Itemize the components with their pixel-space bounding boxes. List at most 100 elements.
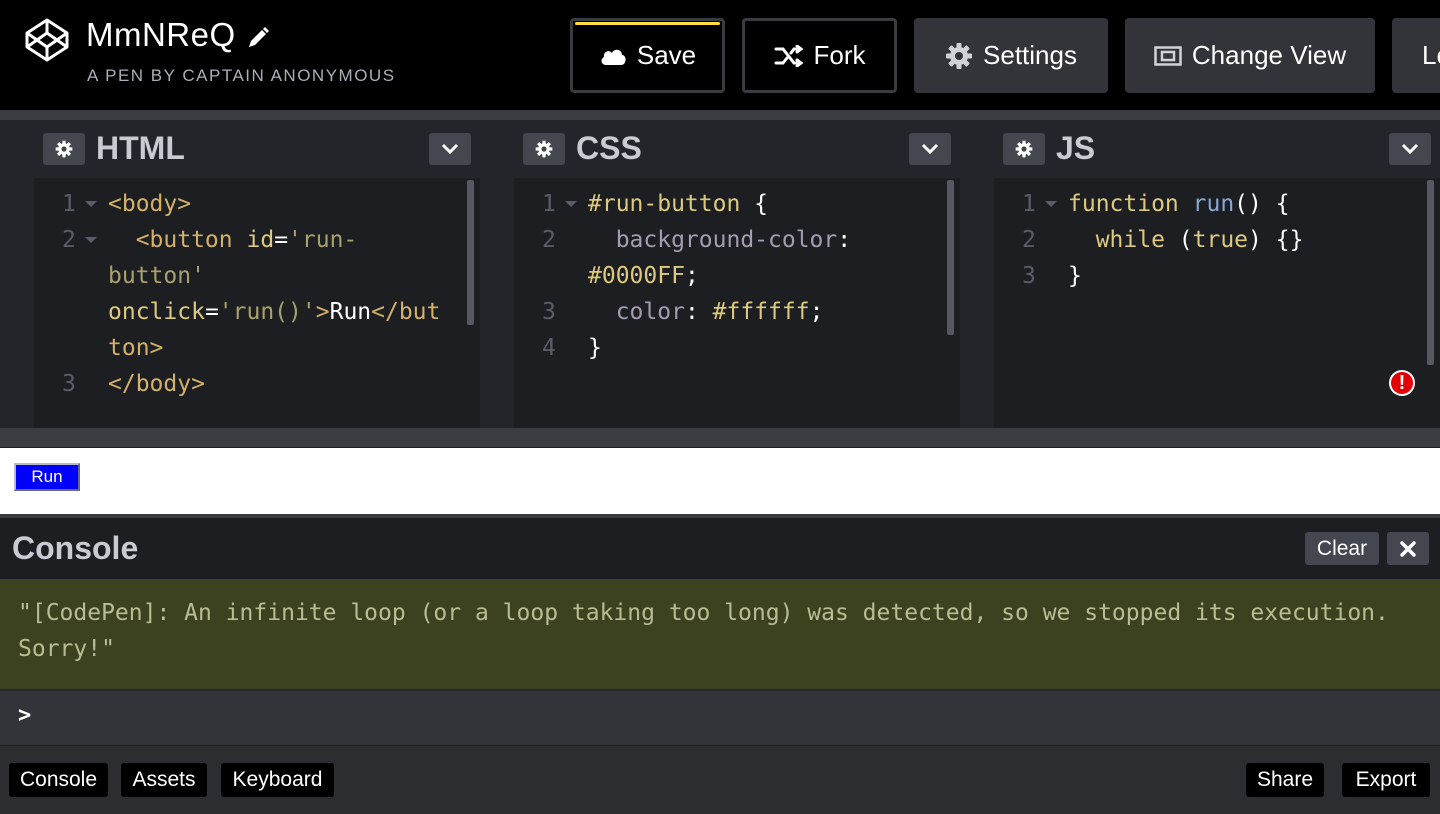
code-text: } (1068, 263, 1082, 289)
gear-icon (1015, 140, 1033, 158)
login-button[interactable]: Lo (1392, 18, 1440, 93)
code-line[interactable]: 1 <body> (34, 186, 480, 222)
change-view-label: Change View (1191, 40, 1347, 70)
code-line[interactable]: 1 function run() { (994, 186, 1440, 222)
code-text: while (true) {} (1068, 227, 1304, 253)
clear-console-button[interactable]: Clear (1305, 532, 1379, 565)
code-text: ton> (108, 335, 164, 361)
line-number: 2 (62, 227, 76, 253)
login-label: Lo (1422, 40, 1440, 70)
cloud-icon (601, 49, 626, 65)
html-settings-button[interactable] (43, 133, 85, 165)
footer-bar: Console Assets Keyboard Share Export (0, 745, 1440, 814)
settings-label: Settings (983, 40, 1077, 70)
code-line[interactable]: 2 while (true) {} (994, 222, 1440, 258)
line-number: 2 (542, 227, 556, 253)
code-text: } (588, 335, 602, 361)
settings-button[interactable]: Settings (914, 18, 1108, 93)
console-message-text: "[CodePen]: An infinite loop (or a loop … (18, 600, 1389, 662)
html-editor[interactable]: HTML 1 <body> 2 <button id='run-button' onc… (34, 120, 480, 428)
js-collapse-button[interactable] (1389, 133, 1431, 165)
code-line[interactable]: 4} (514, 330, 960, 366)
chevron-down-icon (1401, 143, 1419, 155)
console-header: Console Clear (0, 518, 1440, 579)
html-code[interactable]: 1 <body> 2 <button id='run-button' onclick=… (34, 178, 480, 428)
html-collapse-button[interactable] (429, 133, 471, 165)
line-number: 2 (1022, 227, 1036, 253)
css-editor-header: CSS (514, 120, 960, 178)
codepen-logo-icon[interactable] (24, 17, 70, 63)
change-view-button[interactable]: Change View (1125, 18, 1375, 93)
fold-arrow-icon[interactable] (565, 201, 577, 207)
js-settings-button[interactable] (1003, 133, 1045, 165)
code-line[interactable]: 2 background-color: (514, 222, 960, 258)
share-button[interactable]: Share (1246, 763, 1324, 797)
code-line[interactable]: #0000FF; (514, 258, 960, 294)
editor-resize-handle[interactable] (0, 120, 34, 428)
editor-result-resize-bar[interactable] (0, 428, 1440, 447)
code-line[interactable]: 1 #run-button { (514, 186, 960, 222)
editor-resize-handle[interactable] (960, 120, 994, 428)
css-editor-title: CSS (576, 130, 642, 166)
fork-button[interactable]: Fork (742, 18, 897, 93)
css-scrollbar[interactable] (947, 180, 954, 335)
console-toggle-button[interactable]: Console (9, 763, 108, 797)
run-button[interactable]: Run (14, 463, 80, 491)
pen-title[interactable]: MmNReQ (86, 16, 236, 54)
code-text: background-color: (588, 227, 852, 253)
editors-top-bar (0, 110, 1440, 120)
code-line[interactable]: onclick='run()'>Run</but (34, 294, 480, 330)
header: MmNReQ A PEN BY CAPTAIN ANONYMOUS Save F… (0, 0, 1440, 110)
console-input-row[interactable]: > (0, 689, 1440, 745)
code-line[interactable]: 3 color: #ffffff; (514, 294, 960, 330)
save-label: Save (636, 40, 697, 70)
code-line[interactable]: 2 <button id='run- (34, 222, 480, 258)
code-text: button' (108, 263, 205, 289)
save-button[interactable]: Save (570, 18, 725, 93)
fold-arrow-icon[interactable] (85, 237, 97, 243)
console-title: Console (12, 530, 139, 566)
assets-button[interactable]: Assets (121, 763, 207, 797)
line-number: 3 (542, 299, 556, 325)
layout-view-icon (1154, 45, 1182, 66)
code-text: <body> (108, 191, 192, 217)
error-icon[interactable]: ! (1389, 370, 1415, 396)
line-number: 1 (1022, 191, 1036, 217)
code-text: #run-button { (588, 191, 769, 217)
fold-arrow-icon[interactable] (1045, 201, 1057, 207)
js-scrollbar[interactable] (1427, 180, 1434, 365)
code-text: #0000FF; (588, 263, 699, 289)
console-prompt: > (18, 703, 32, 728)
keyboard-button[interactable]: Keyboard (221, 763, 334, 797)
code-line[interactable]: 3 </body> (34, 366, 480, 402)
code-text: color: #ffffff; (588, 299, 824, 325)
css-collapse-button[interactable] (909, 133, 951, 165)
fork-icon (774, 44, 803, 67)
close-icon (1400, 540, 1416, 557)
css-code[interactable]: 1 #run-button {2 background-color: #0000FF… (514, 178, 960, 428)
close-console-button[interactable] (1387, 532, 1429, 565)
fork-label: Fork (813, 40, 866, 70)
code-line[interactable]: button' (34, 258, 480, 294)
fold-arrow-icon[interactable] (85, 201, 97, 207)
chevron-down-icon (921, 143, 939, 155)
gear-icon (946, 42, 973, 69)
html-editor-header: HTML (34, 120, 480, 178)
chevron-down-icon (441, 143, 459, 155)
code-line[interactable]: 3} (994, 258, 1440, 294)
html-editor-title: HTML (96, 130, 185, 166)
gear-icon (535, 140, 553, 158)
code-line[interactable]: ton> (34, 330, 480, 366)
pen-author: A PEN BY CAPTAIN ANONYMOUS (87, 66, 396, 85)
export-button[interactable]: Export (1342, 763, 1430, 797)
html-scrollbar[interactable] (467, 180, 474, 325)
editor-resize-handle[interactable] (480, 120, 514, 428)
console-panel: Console Clear "[CodePen]: An infinite lo… (0, 514, 1440, 814)
js-editor[interactable]: JS 1 function run() {2 while (true) {} 3} … (994, 120, 1440, 428)
css-editor[interactable]: CSS 1 #run-button {2 background-color: #00… (514, 120, 960, 428)
js-code[interactable]: 1 function run() {2 while (true) {} 3} (994, 178, 1440, 428)
css-settings-button[interactable] (523, 133, 565, 165)
edit-pencil-icon[interactable] (246, 26, 270, 50)
code-text: function run() { (1068, 191, 1290, 217)
js-editor-header: JS (994, 120, 1440, 178)
